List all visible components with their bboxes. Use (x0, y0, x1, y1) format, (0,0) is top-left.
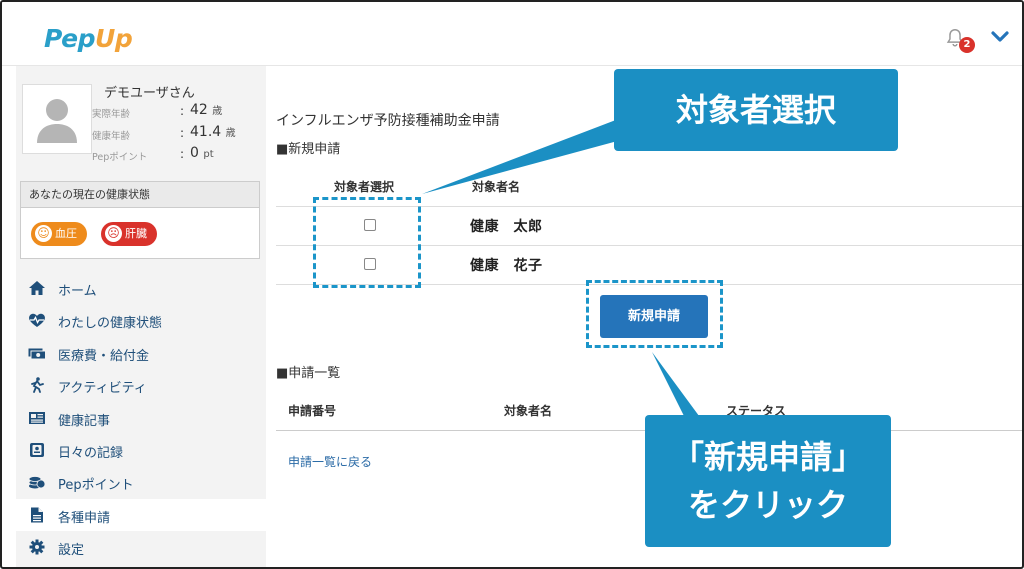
callout-line: をクリック (687, 486, 848, 524)
callout-line: 「新規申請」 (671, 438, 864, 476)
callout-click-new: 「新規申請」 をクリック (645, 415, 891, 547)
callout-select-target: 対象者選択 (614, 69, 898, 151)
callout-pointer-2 (652, 352, 702, 420)
screenshot-frame: PepUp 2 デモユーザさん 実際年齢 : 42 歳 健康年齢 : 41.4 … (0, 0, 1024, 569)
